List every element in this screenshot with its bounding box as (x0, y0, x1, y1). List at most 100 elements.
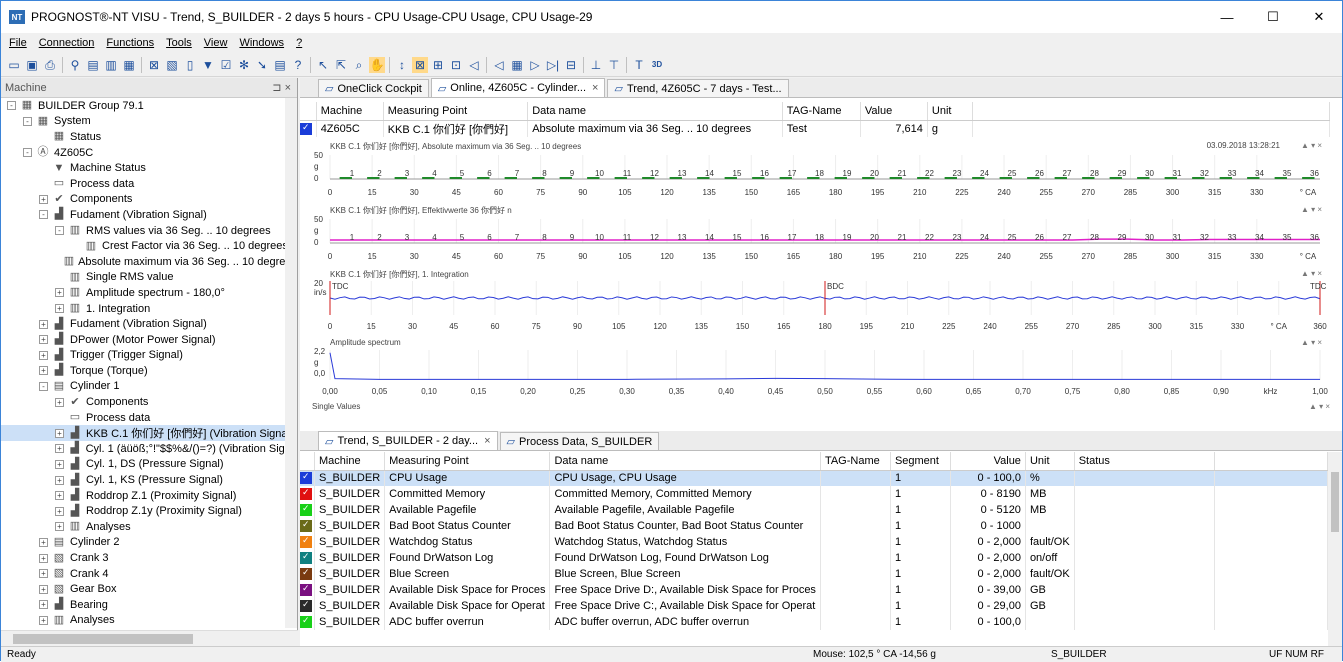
table-row[interactable]: S_BUILDERAvailable PagefileAvailable Pag… (300, 502, 1329, 518)
tree-item[interactable]: + ▧ Crank 3 (1, 550, 297, 566)
sync-icon[interactable]: ⊟ (563, 57, 579, 73)
tree-item[interactable]: + ▟ Trigger (Trigger Signal) (1, 348, 297, 364)
tree-item[interactable]: - ▥ RMS values via 36 Seg. .. 10 degrees (1, 223, 297, 239)
expand-toggle-icon[interactable]: + (55, 288, 64, 298)
column-header[interactable]: Measuring Point (383, 102, 529, 121)
prev-icon[interactable]: ◁ (491, 57, 507, 73)
close-tab-icon[interactable]: × (592, 82, 598, 94)
doc-icon[interactable]: ▯ (182, 57, 198, 73)
last-icon[interactable]: ▷| (545, 57, 561, 73)
tree-item[interactable]: + ▟ Cyl. 1 (äüöß;°!"$$%&/()=?) (Vibration … (1, 441, 297, 457)
expand-toggle-icon[interactable]: + (39, 319, 48, 329)
tree-item[interactable]: + ▥ Analyses (1, 519, 297, 535)
tree-item[interactable]: ▥ Single RMS value (1, 270, 297, 286)
trend-icon[interactable]: ⊠ (146, 57, 162, 73)
tree-item[interactable]: ▥ Crest Factor via 36 Seg. .. 10 degrees (1, 238, 297, 254)
tree-item[interactable]: + ✔ Components (1, 192, 297, 208)
tree-item[interactable]: ▭ Process data (1, 176, 297, 192)
expand-toggle-icon[interactable]: - (55, 226, 64, 236)
stack-icon[interactable]: ⊥ (588, 57, 604, 73)
tree-item[interactable]: ▼ Machine Status (1, 160, 297, 176)
tree-horizontal-scrollbar[interactable] (1, 630, 298, 646)
zoom-area-icon[interactable]: ⊠ (412, 56, 428, 73)
column-header[interactable]: Unit (927, 102, 973, 121)
expand-toggle-icon[interactable]: + (39, 553, 48, 563)
column-header[interactable]: Data name (549, 452, 821, 471)
chart-absolute-maximum[interactable]: KKB C.1 你们好 [你們好], Absolute maximum via … (300, 141, 1330, 204)
tree-vertical-scrollbar[interactable] (285, 98, 297, 628)
series-color-swatch[interactable] (300, 503, 312, 517)
tree-item[interactable]: - ▟ Fudament (Vibration Signal) (1, 207, 297, 223)
expand-toggle-icon[interactable]: - (23, 116, 32, 126)
expand-toggle-icon[interactable]: - (23, 148, 32, 158)
chart-integration[interactable]: KKB C.1 你们好 [你們好], 1. Integration ▲ ▾ × … (300, 269, 1330, 337)
series-color-swatch[interactable] (300, 567, 312, 581)
menu-help[interactable]: ? (296, 37, 302, 49)
menu-functions[interactable]: Functions (106, 37, 154, 49)
expand-toggle-icon[interactable]: + (39, 350, 48, 360)
expand-toggle-icon[interactable]: + (39, 335, 48, 345)
table-row[interactable]: S_BUILDERWatchdog StatusWatchdog Status,… (300, 534, 1329, 550)
sound-icon[interactable]: ◁ (466, 57, 482, 73)
table-icon[interactable]: ▧ (164, 57, 180, 73)
tree-item[interactable]: + ▟ Fudament (Vibration Signal) (1, 316, 297, 332)
expand-toggle-icon[interactable]: - (7, 101, 16, 111)
tree-item[interactable]: - ▦ System (1, 114, 297, 130)
table-row[interactable]: S_BUILDERBlue ScreenBlue Screen, Blue Sc… (300, 566, 1329, 582)
text-icon[interactable]: T (631, 57, 647, 73)
tree-item[interactable]: ▦ Status (1, 129, 297, 145)
next-icon[interactable]: ▷ (527, 57, 543, 73)
tree-item[interactable]: + ▟ Torque (Torque) (1, 363, 297, 379)
panel-pin-icon[interactable]: ⊐ × (272, 81, 291, 94)
expand-toggle-icon[interactable]: + (39, 194, 48, 204)
filter-icon[interactable]: ▼ (200, 57, 216, 73)
column-header[interactable]: TAG-Name (782, 102, 861, 121)
zoom-icon[interactable]: ⌕ (351, 57, 367, 73)
table-row[interactable]: S_BUILDERAvailable Disk Space for Operat… (300, 598, 1329, 614)
expand-toggle-icon[interactable]: + (55, 304, 64, 314)
menu-tools[interactable]: Tools (166, 37, 192, 49)
table-vertical-scrollbar[interactable] (1328, 452, 1342, 646)
cursor-icon[interactable]: ↕ (394, 57, 410, 73)
series-color-swatch[interactable] (300, 599, 312, 613)
expand-toggle-icon[interactable]: + (55, 475, 64, 485)
print-icon[interactable]: ⎙ (42, 57, 58, 73)
calendar-icon[interactable]: ▦ (509, 57, 525, 73)
expand-toggle-icon[interactable]: + (55, 459, 64, 469)
column-header[interactable]: Status (1074, 452, 1215, 471)
layout3-icon[interactable]: ▦ (121, 57, 137, 73)
close-tab-icon[interactable]: × (484, 435, 490, 447)
chart-effective-values[interactable]: KKB C.1 你们好 [你們好], Effektivwerte 36 你們好 … (300, 205, 1330, 268)
series-color-swatch[interactable] (300, 487, 312, 501)
connect-icon[interactable]: ⚲ (67, 57, 83, 73)
tree-item[interactable]: + ▤ Cylinder 2 (1, 535, 297, 551)
tree-item[interactable]: + ✔ Components (1, 394, 297, 410)
expand-toggle-icon[interactable]: + (39, 569, 48, 579)
expand-toggle-icon[interactable]: - (39, 381, 48, 391)
menu-view[interactable]: View (204, 37, 228, 49)
single-values-controls[interactable]: ▲ ▾ × (1309, 402, 1330, 411)
save-icon[interactable]: ▣ (24, 57, 40, 73)
expand-toggle-icon[interactable]: + (39, 584, 48, 594)
table-row[interactable]: S_BUILDERAvailable Disk Space for Proces… (300, 582, 1329, 598)
series-color-swatch[interactable] (300, 122, 312, 135)
series-color-swatch[interactable] (300, 615, 312, 629)
expand-toggle-icon[interactable]: + (39, 615, 48, 625)
table-row[interactable]: S_BUILDERADC buffer overrunADC buffer ov… (300, 614, 1329, 630)
expand-toggle-icon[interactable]: + (55, 491, 64, 501)
expand-toggle-icon[interactable]: + (55, 444, 64, 454)
expand-toggle-icon[interactable]: + (55, 397, 64, 407)
column-header[interactable]: Segment (890, 452, 951, 471)
minimize-button[interactable]: — (1204, 1, 1250, 33)
chart-amplitude-spectrum[interactable]: Amplitude spectrum ▲ ▾ × 2,2 g 0,0 0,00 0… (300, 338, 1330, 406)
column-header[interactable]: Machine (316, 102, 384, 121)
tree-item[interactable]: ▭ Process data (1, 410, 297, 426)
tree-item[interactable]: + ▧ Crank 4 (1, 566, 297, 582)
table-row[interactable]: S_BUILDERBad Boot Status CounterBad Boot… (300, 518, 1329, 534)
column-header[interactable]: TAG-Name (820, 452, 891, 471)
column-header[interactable]: Machine (314, 452, 386, 471)
tree-item[interactable]: + ▟ KKB C.1 你们好 [你們好] (Vibration Signal) (1, 425, 297, 442)
help-icon[interactable]: ? (290, 57, 306, 73)
tree-item[interactable]: ▥ Absolute maximum via 36 Seg. .. 10 degr… (1, 254, 297, 270)
hand-icon[interactable]: ✋ (369, 56, 385, 73)
